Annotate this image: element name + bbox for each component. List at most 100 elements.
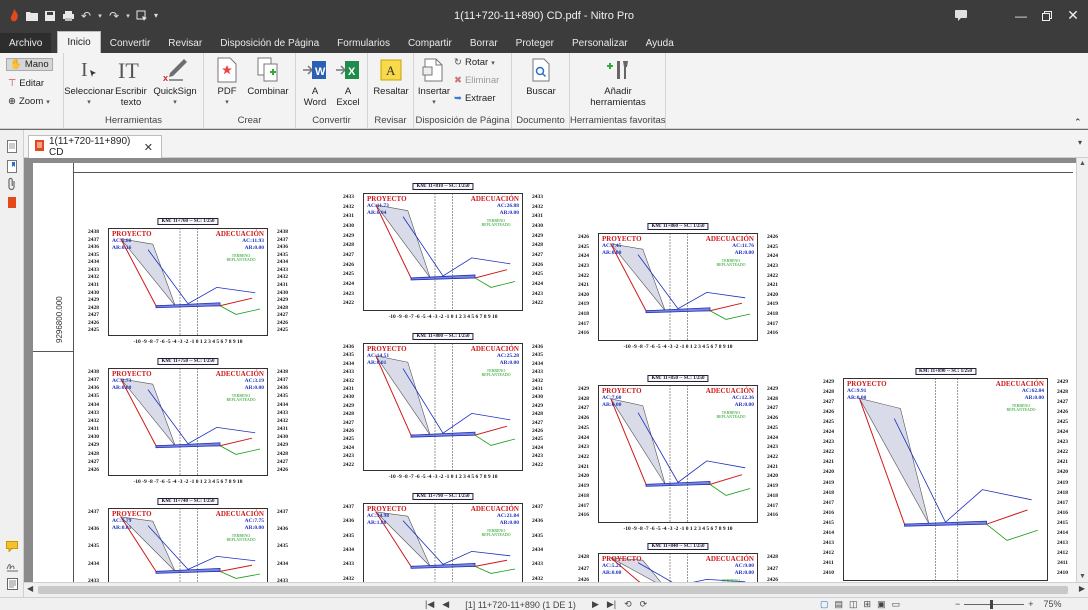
y-tick-label: 2425 (767, 243, 778, 250)
comments-panel-icon[interactable] (4, 538, 20, 554)
facing-continuous-view-icon[interactable]: ⊞ (864, 599, 872, 610)
tab-ayuda[interactable]: Ayuda (637, 33, 683, 53)
extraer-button[interactable]: ➥ Extraer (454, 93, 496, 104)
tab-disposicion-de-pagina[interactable]: Disposición de Página (211, 33, 328, 53)
print-icon[interactable] (60, 8, 76, 24)
anadir-herramientas-button[interactable]: Añadir herramientas (584, 56, 652, 108)
scroll-left-icon[interactable]: ◀ (27, 584, 33, 593)
collapse-ribbon-icon[interactable]: ⌃ (1074, 117, 1082, 128)
tab-inicio[interactable]: Inicio (57, 31, 101, 53)
tab-compartir[interactable]: Compartir (399, 33, 461, 53)
excel-convert-icon: X (333, 56, 363, 84)
insert-page-icon (419, 56, 449, 84)
previous-page-icon[interactable]: ◀ (442, 599, 449, 610)
first-page-icon[interactable]: |◀ (425, 599, 434, 610)
mano-button[interactable]: ✋ Mano (6, 58, 53, 71)
y-tick-label: 2433 (88, 409, 99, 416)
terrain-line (219, 445, 261, 455)
redo-icon[interactable]: ↷ (106, 8, 122, 24)
tab-proteger[interactable]: Proteger (507, 33, 563, 53)
quicksign-button[interactable]: x QuickSign ▾ (152, 56, 198, 108)
document-tab[interactable]: 1(11+720-11+890) CD ✕ (28, 135, 162, 158)
y-tick-label: 2422 (578, 272, 589, 279)
scroll-right-icon[interactable]: ▶ (1079, 584, 1085, 593)
next-page-icon[interactable]: ▶ (592, 599, 599, 610)
y-tick-label: 2418 (578, 311, 589, 318)
layers-panel-icon[interactable] (4, 194, 20, 210)
customize-toolbar-icon[interactable]: ▾ (152, 8, 160, 24)
forward-view-icon[interactable]: ⟳ (640, 599, 648, 610)
back-view-icon[interactable]: ⟲ (624, 599, 632, 610)
tab-convertir[interactable]: Convertir (101, 33, 160, 53)
help-chat-icon[interactable] (944, 0, 978, 31)
y-tick-label: 2411 (1057, 559, 1068, 566)
document-viewport[interactable]: 9296800.000 KM: 11+760 -- SC: 1/250 PROYE… (24, 158, 1076, 582)
escribir-texto-button[interactable]: IT Escribir texto (110, 56, 152, 108)
insertar-button[interactable]: Insertar ▾ (416, 56, 452, 108)
open-folder-icon[interactable] (24, 8, 40, 24)
zoom-button[interactable]: ⊕ Zoom ▾ (8, 96, 50, 107)
attachments-panel-icon[interactable] (4, 176, 20, 192)
y-tick-label: 2416 (1057, 509, 1068, 516)
page-indicator[interactable]: [1] 11+720-11+890 (1 DE 1) (465, 600, 576, 610)
editar-button[interactable]: ⊤ Editar (8, 78, 44, 89)
y-tick-label: 2434 (532, 547, 543, 553)
pdf-button[interactable]: PDF ▾ (210, 56, 244, 108)
y-tick-label: 2434 (343, 360, 354, 367)
tab-archivo[interactable]: Archivo (0, 33, 52, 53)
bookmarks-panel-icon[interactable] (4, 158, 20, 174)
fullscreen-icon[interactable]: ▣ (877, 599, 886, 610)
resaltar-button[interactable]: A Resaltar (370, 56, 412, 97)
single-page-view-icon[interactable]: ▢ (820, 599, 829, 610)
pages-panel-icon[interactable] (4, 138, 20, 154)
a-excel-button[interactable]: X A Excel (332, 56, 364, 108)
tab-personalizar[interactable]: Personalizar (563, 33, 637, 53)
tab-borrar[interactable]: Borrar (461, 33, 507, 53)
last-page-icon[interactable]: ▶| (607, 599, 616, 610)
y-tick-label: 2433 (88, 266, 99, 273)
undo-icon[interactable]: ↶ (78, 8, 94, 24)
rotar-button[interactable]: ↻ Rotar ▾ (454, 57, 495, 68)
terreno-label: TERRENO REPLANTEADO (226, 253, 256, 262)
combinar-button[interactable]: Combinar (244, 56, 292, 97)
y-tick-label: 2437 (277, 509, 288, 515)
scroll-down-icon[interactable]: ▼ (1079, 573, 1086, 580)
tab-list-dropdown-icon[interactable]: ▾ (1078, 138, 1082, 147)
close-button[interactable]: ✕ (1056, 0, 1088, 31)
undo-dropdown-icon[interactable]: ▾ (96, 8, 104, 24)
y-tick-label: 2436 (277, 244, 288, 251)
horizontal-scroll-thumb[interactable] (38, 586, 1068, 594)
zoom-in-icon[interactable]: + (1028, 599, 1033, 609)
zoom-slider-thumb[interactable] (990, 599, 994, 609)
y-tick-label: 2432 (88, 274, 99, 281)
proyecto-ar-value: AR:0.00 (847, 395, 867, 401)
output-panel-icon[interactable] (4, 576, 20, 592)
horizontal-scrollbar[interactable]: ◀ ▶ (24, 582, 1088, 597)
facing-view-icon[interactable]: ◫ (849, 599, 858, 610)
buscar-button[interactable]: Buscar (520, 56, 562, 97)
redo-dropdown-icon[interactable]: ▾ (124, 8, 132, 24)
fit-width-icon[interactable]: ▭ (892, 599, 901, 610)
highlight-icon: A (376, 56, 406, 84)
y-tick-label: 2435 (532, 352, 543, 359)
y-tick-label: 2430 (277, 434, 288, 441)
zoom-out-icon[interactable]: − (955, 599, 960, 609)
eliminar-button[interactable]: ✖ Eliminar (454, 75, 499, 86)
save-icon[interactable] (42, 8, 58, 24)
tab-formularios[interactable]: Formularios (328, 33, 399, 53)
y-tick-label: 2425 (823, 419, 834, 426)
a-word-button[interactable]: W A Word (299, 56, 331, 108)
tab-revisar[interactable]: Revisar (159, 33, 211, 53)
proyecto-ac-value: AC:7.45 (602, 243, 622, 249)
zoom-slider[interactable] (964, 599, 1025, 609)
vertical-scrollbar[interactable]: ▲ ▼ (1076, 158, 1088, 582)
close-tab-icon[interactable]: ✕ (144, 141, 153, 154)
terrain-line (219, 570, 261, 579)
scroll-up-icon[interactable]: ▲ (1079, 160, 1086, 167)
signatures-panel-icon[interactable] (4, 558, 20, 574)
y-tick-label: 2433 (343, 369, 354, 376)
continuous-view-icon[interactable]: ▤ (835, 599, 844, 610)
seleccionar-button[interactable]: I Seleccionar ▾ (64, 56, 114, 108)
y-tick-label: 2412 (1057, 549, 1068, 556)
select-tool-icon[interactable] (134, 8, 150, 24)
